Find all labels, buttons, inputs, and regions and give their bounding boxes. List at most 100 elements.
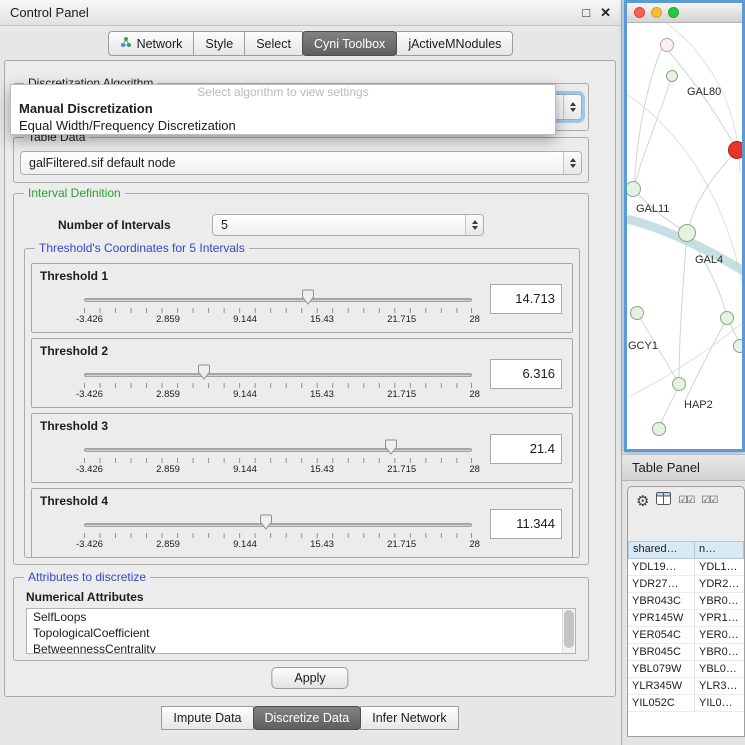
attributes-to-discretize-group: Attributes to discretize Numerical Attri… [13, 577, 589, 661]
combo-stepper-icon [563, 152, 581, 174]
tab-style[interactable]: Style [193, 31, 245, 56]
threshold-1-slider: -3.4262.8599.14415.4321.71528 [84, 296, 472, 330]
table-data-combobox[interactable]: galFiltered.sif default node [20, 151, 582, 175]
threshold-2-value-field[interactable]: 6.316 [490, 359, 562, 389]
minimize-icon[interactable]: □ [582, 5, 590, 21]
network-node[interactable] [660, 38, 674, 52]
table-row[interactable]: YDR27…YDR2… [628, 576, 744, 593]
threshold-3-slider-track[interactable] [84, 448, 472, 452]
threshold-1-slider-track[interactable] [84, 298, 472, 302]
table-row[interactable]: YBL079WYBL0… [628, 661, 744, 678]
network-node[interactable] [733, 339, 742, 353]
tab-discretize-data[interactable]: Discretize Data [253, 706, 362, 730]
algorithm-placeholder-option[interactable]: Select algorithm to view settings [11, 85, 555, 100]
thresholds-coordinates-group: Threshold's Coordinates for 5 Intervals … [24, 248, 580, 558]
threshold-3-label: Threshold 3 [40, 419, 108, 433]
slider-tick-marks [84, 458, 472, 463]
attributes-to-discretize-title: Attributes to discretize [24, 570, 150, 585]
tab-jactivemnodules[interactable]: jActiveMNodules [396, 31, 513, 56]
number-of-intervals-label: Number of Intervals [58, 218, 171, 232]
list-item[interactable]: TopologicalCoefficient [27, 625, 575, 641]
table-row[interactable]: YDL19…YDL1… [628, 559, 744, 576]
window-title: Control Panel [10, 5, 89, 20]
network-icon [120, 36, 132, 51]
numerical-attributes-list: SelfLoops TopologicalCoefficient Between… [26, 608, 576, 654]
interval-definition-title: Interval Definition [24, 186, 125, 201]
network-node[interactable] [678, 224, 696, 242]
table-row[interactable]: YER054CYER0… [628, 627, 744, 644]
column-header-shared-name[interactable]: shared… [628, 541, 695, 559]
threshold-4-label: Threshold 4 [40, 494, 108, 508]
tab-select[interactable]: Select [244, 31, 303, 56]
node-label-gal80: GAL80 [687, 86, 721, 98]
threshold-2-slider-track[interactable] [84, 373, 472, 377]
network-node[interactable] [652, 422, 666, 436]
bottom-tab-bar: Impute Data Discretize Data Infer Networ… [0, 706, 621, 730]
cyni-toolbox-panel: Discretization Algorithm Select algorith… [4, 60, 616, 697]
threshold-4-value-field[interactable]: 11.344 [490, 509, 562, 539]
select-columns-checkboxes-icon[interactable]: ☑☑ [701, 496, 717, 506]
algorithm-dropdown-popup: Select algorithm to view settings Manual… [10, 84, 556, 135]
control-panel-window: Control Panel □ ✕ Network Style Select C… [0, 0, 622, 745]
apply-button[interactable]: Apply [271, 667, 348, 689]
list-item[interactable]: BetweennessCentrality [27, 641, 575, 654]
gear-icon[interactable]: ⚙ [636, 494, 649, 509]
close-traffic-light-icon[interactable] [634, 7, 645, 18]
tab-cyni-toolbox[interactable]: Cyni Toolbox [302, 31, 397, 56]
threshold-3-value-field[interactable]: 21.4 [490, 434, 562, 464]
algorithm-option-equal-width[interactable]: Equal Width/Frequency Discretization [11, 117, 555, 134]
table-data-group: Table Data galFiltered.sif default node [13, 137, 589, 183]
columns-icon[interactable] [656, 492, 671, 510]
network-node[interactable] [630, 306, 644, 320]
combo-stepper-icon [563, 95, 581, 119]
threshold-2-slider-handle[interactable] [198, 364, 211, 380]
slider-scale-labels: -3.4262.8599.14415.4321.71528 [76, 464, 480, 475]
threshold-4-slider-handle[interactable] [260, 514, 273, 530]
show-columns-checkboxes-icon[interactable]: ☑☑ [678, 496, 694, 506]
threshold-1-panel: Threshold 1 -3.4262.8599.14415.4321.7152… [31, 263, 573, 333]
network-node-selected[interactable] [728, 141, 742, 159]
network-window-titlebar [627, 3, 742, 23]
column-header-name[interactable]: n… [694, 541, 744, 559]
threshold-1-label: Threshold 1 [40, 269, 108, 283]
tab-infer-network[interactable]: Infer Network [360, 706, 458, 730]
tab-network[interactable]: Network [108, 31, 195, 56]
node-label-gal4: GAL4 [695, 254, 723, 266]
network-node[interactable] [666, 70, 678, 82]
threshold-2-panel: Threshold 2 -3.4262.8599.14415.4321.7152… [31, 338, 573, 408]
slider-tick-marks [84, 308, 472, 313]
minimize-traffic-light-icon[interactable] [651, 7, 662, 18]
table-row[interactable]: YLR345WYLR3… [628, 678, 744, 695]
table-panel-header: Table Panel [622, 454, 745, 481]
threshold-4-panel: Threshold 4 -3.4262.8599.14415.4321.7152… [31, 488, 573, 558]
attributes-list-scrollbar[interactable] [562, 609, 575, 653]
slider-scale-labels: -3.4262.8599.14415.4321.71528 [76, 314, 480, 325]
threshold-4-slider-track[interactable] [84, 523, 472, 527]
threshold-1-slider-handle[interactable] [301, 289, 314, 305]
threshold-3-slider-handle[interactable] [384, 439, 397, 455]
network-node[interactable] [720, 311, 734, 325]
threshold-1-value-field[interactable]: 14.713 [490, 284, 562, 314]
tab-impute-data[interactable]: Impute Data [161, 706, 253, 730]
zoom-traffic-light-icon[interactable] [668, 7, 679, 18]
table-row[interactable]: YIL052CYIL0… [628, 695, 744, 712]
algorithm-option-manual[interactable]: Manual Discretization [11, 100, 555, 117]
threshold-2-slider: -3.4262.8599.14415.4321.71528 [84, 371, 472, 405]
table-panel-title: Table Panel [632, 460, 700, 475]
close-icon[interactable]: ✕ [600, 5, 611, 21]
network-node[interactable] [672, 377, 686, 391]
threshold-3-slider: -3.4262.8599.14415.4321.71528 [84, 446, 472, 480]
table-panel-window: ⚙ ☑☑ ☑☑ shared… n… YDL19…YDL1… YDR27…YDR… [627, 486, 745, 737]
network-canvas[interactable]: GAL80 GAL11 GAL4 GCY1 HAP2 [627, 23, 742, 449]
table-header-row: shared… n… [628, 541, 744, 559]
list-item[interactable]: SelfLoops [27, 609, 575, 625]
table-row[interactable]: YPR145WYPR1… [628, 610, 744, 627]
combo-stepper-icon [465, 215, 483, 235]
threshold-3-panel: Threshold 3 -3.4262.8599.14415.4321.7152… [31, 413, 573, 483]
table-row[interactable]: YBR043CYBR0… [628, 593, 744, 610]
node-label-gcy1: GCY1 [628, 340, 658, 352]
table-row[interactable]: YBR045CYBR0… [628, 644, 744, 661]
numerical-attributes-label: Numerical Attributes [26, 590, 144, 604]
scrollbar-thumb[interactable] [564, 610, 574, 648]
number-of-intervals-combobox[interactable]: 5 [212, 214, 484, 236]
